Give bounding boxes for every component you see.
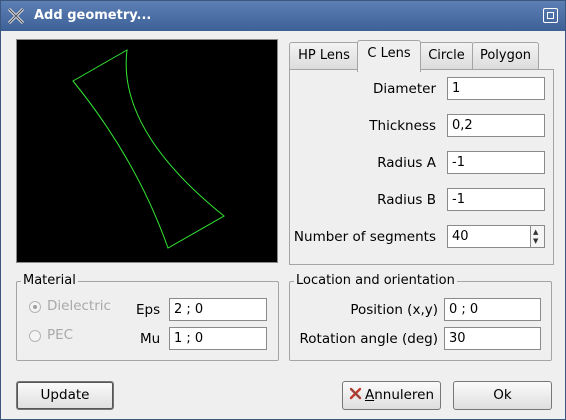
- material-title: Material: [21, 273, 78, 288]
- c-lens-shape: [72, 49, 225, 249]
- cancel-label-post: nnuleren: [374, 387, 435, 403]
- ok-button[interactable]: Ok: [453, 381, 552, 410]
- radius-a-input[interactable]: -1: [447, 151, 545, 174]
- tab-hp-lens[interactable]: HP Lens: [289, 42, 359, 69]
- geometry-preview: [16, 39, 278, 263]
- dielectric-radio[interactable]: [29, 301, 41, 313]
- title-bar[interactable]: Add geometry...: [1, 1, 565, 31]
- radius-b-input[interactable]: -1: [447, 188, 545, 211]
- tab-polygon[interactable]: Polygon: [472, 42, 539, 69]
- eps-input[interactable]: 2 ; 0: [169, 298, 267, 321]
- location-group: Location and orientation Position (x,y) …: [289, 273, 552, 361]
- location-title: Location and orientation: [294, 273, 457, 288]
- segments-label: Number of segments: [293, 229, 436, 245]
- mu-input[interactable]: 1 ; 0: [169, 327, 267, 350]
- add-geometry-dialog: Add geometry... HP Lens C Lens Circle Po…: [0, 0, 566, 420]
- thickness-input[interactable]: 0,2: [447, 114, 545, 137]
- app-x-icon: [7, 7, 25, 25]
- diameter-input[interactable]: 1: [447, 77, 545, 100]
- radius-b-label: Radius B: [377, 192, 436, 208]
- pec-label: PEC: [47, 327, 74, 343]
- rotation-input[interactable]: 30: [444, 327, 541, 350]
- pec-radio[interactable]: [29, 330, 41, 342]
- segments-spinbox[interactable]: 40: [447, 225, 531, 248]
- radius-a-label: Radius A: [377, 155, 436, 171]
- segments-stepper[interactable]: ▲ ▼: [531, 225, 545, 248]
- position-input[interactable]: 0 ; 0: [444, 298, 541, 321]
- cancel-mnemonic: A: [364, 387, 375, 403]
- eps-label: Eps: [136, 302, 161, 318]
- thickness-label: Thickness: [369, 118, 436, 134]
- chevron-down-icon[interactable]: ▼: [533, 237, 538, 245]
- chevron-up-icon[interactable]: ▲: [533, 228, 538, 236]
- cancel-button[interactable]: Annuleren: [342, 381, 441, 410]
- maximize-icon[interactable]: [543, 8, 558, 23]
- update-button[interactable]: Update: [16, 381, 114, 410]
- c-lens-panel: Diameter 1 Thickness 0,2 Radius A -1 Rad…: [289, 69, 554, 265]
- material-group: Material Dielectric PEC Eps 2 ; 0 Mu 1 ;…: [16, 273, 279, 361]
- cancel-x-icon: [349, 387, 362, 400]
- diameter-label: Diameter: [372, 81, 436, 97]
- rotation-label: Rotation angle (deg): [299, 331, 438, 347]
- window-title: Add geometry...: [34, 8, 152, 23]
- tab-c-lens[interactable]: C Lens: [357, 40, 421, 72]
- tab-circle[interactable]: Circle: [419, 42, 474, 69]
- dielectric-label: Dielectric: [47, 298, 111, 314]
- mu-label: Mu: [140, 331, 161, 347]
- position-label: Position (x,y): [350, 302, 438, 318]
